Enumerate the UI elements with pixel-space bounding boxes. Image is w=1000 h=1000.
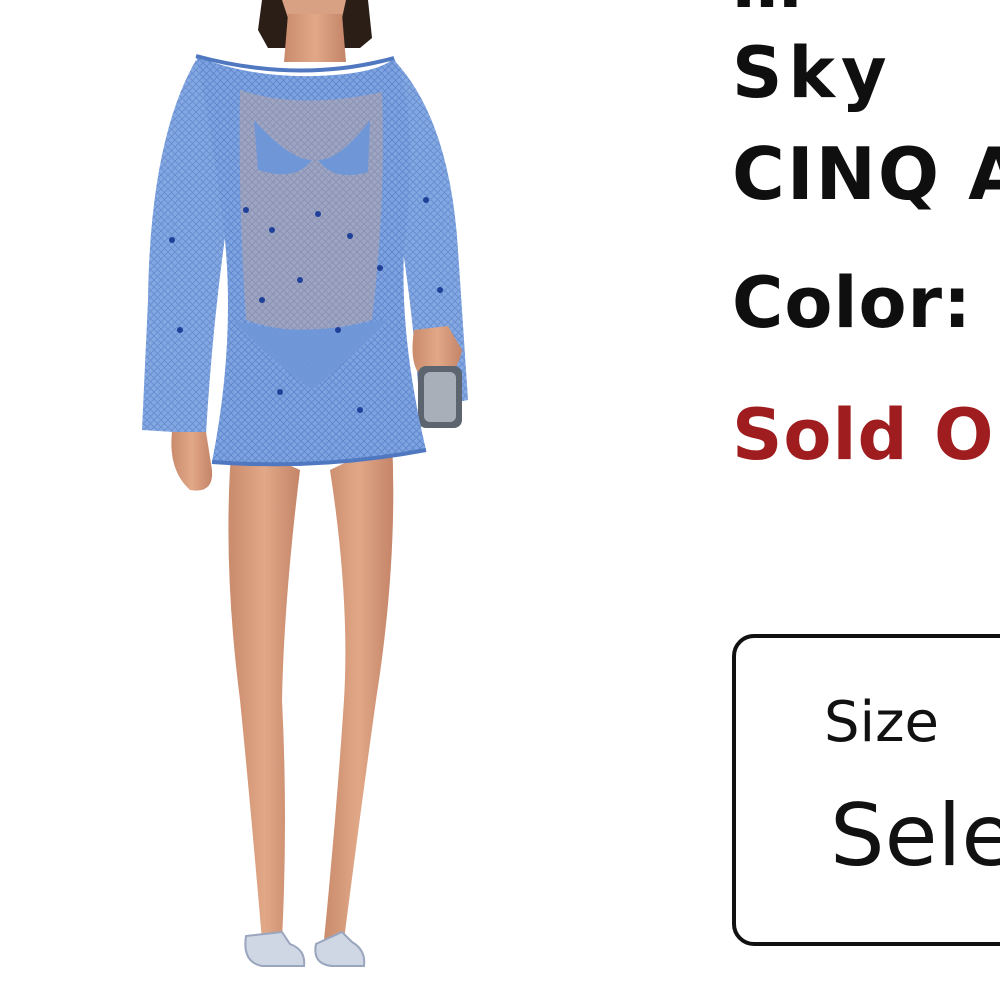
stock-status: Sold O	[732, 394, 995, 476]
size-select-value: Sele	[830, 786, 1000, 886]
size-select-label: Size	[824, 690, 939, 755]
product-brand[interactable]: CINQ A	[732, 132, 1000, 216]
product-title-prev-line: …	[732, 0, 808, 24]
color-label: Color:	[732, 262, 973, 344]
model-illustration	[142, 0, 468, 967]
product-title: Sky	[732, 32, 893, 114]
product-image[interactable]	[0, 0, 640, 1000]
product-info-panel: … Sky CINQ A Color: Sold O Size Sele	[730, 0, 1000, 1000]
size-select[interactable]: Size Sele	[732, 634, 1000, 946]
product-page: … Sky CINQ A Color: Sold O Size Sele	[0, 0, 1000, 1000]
